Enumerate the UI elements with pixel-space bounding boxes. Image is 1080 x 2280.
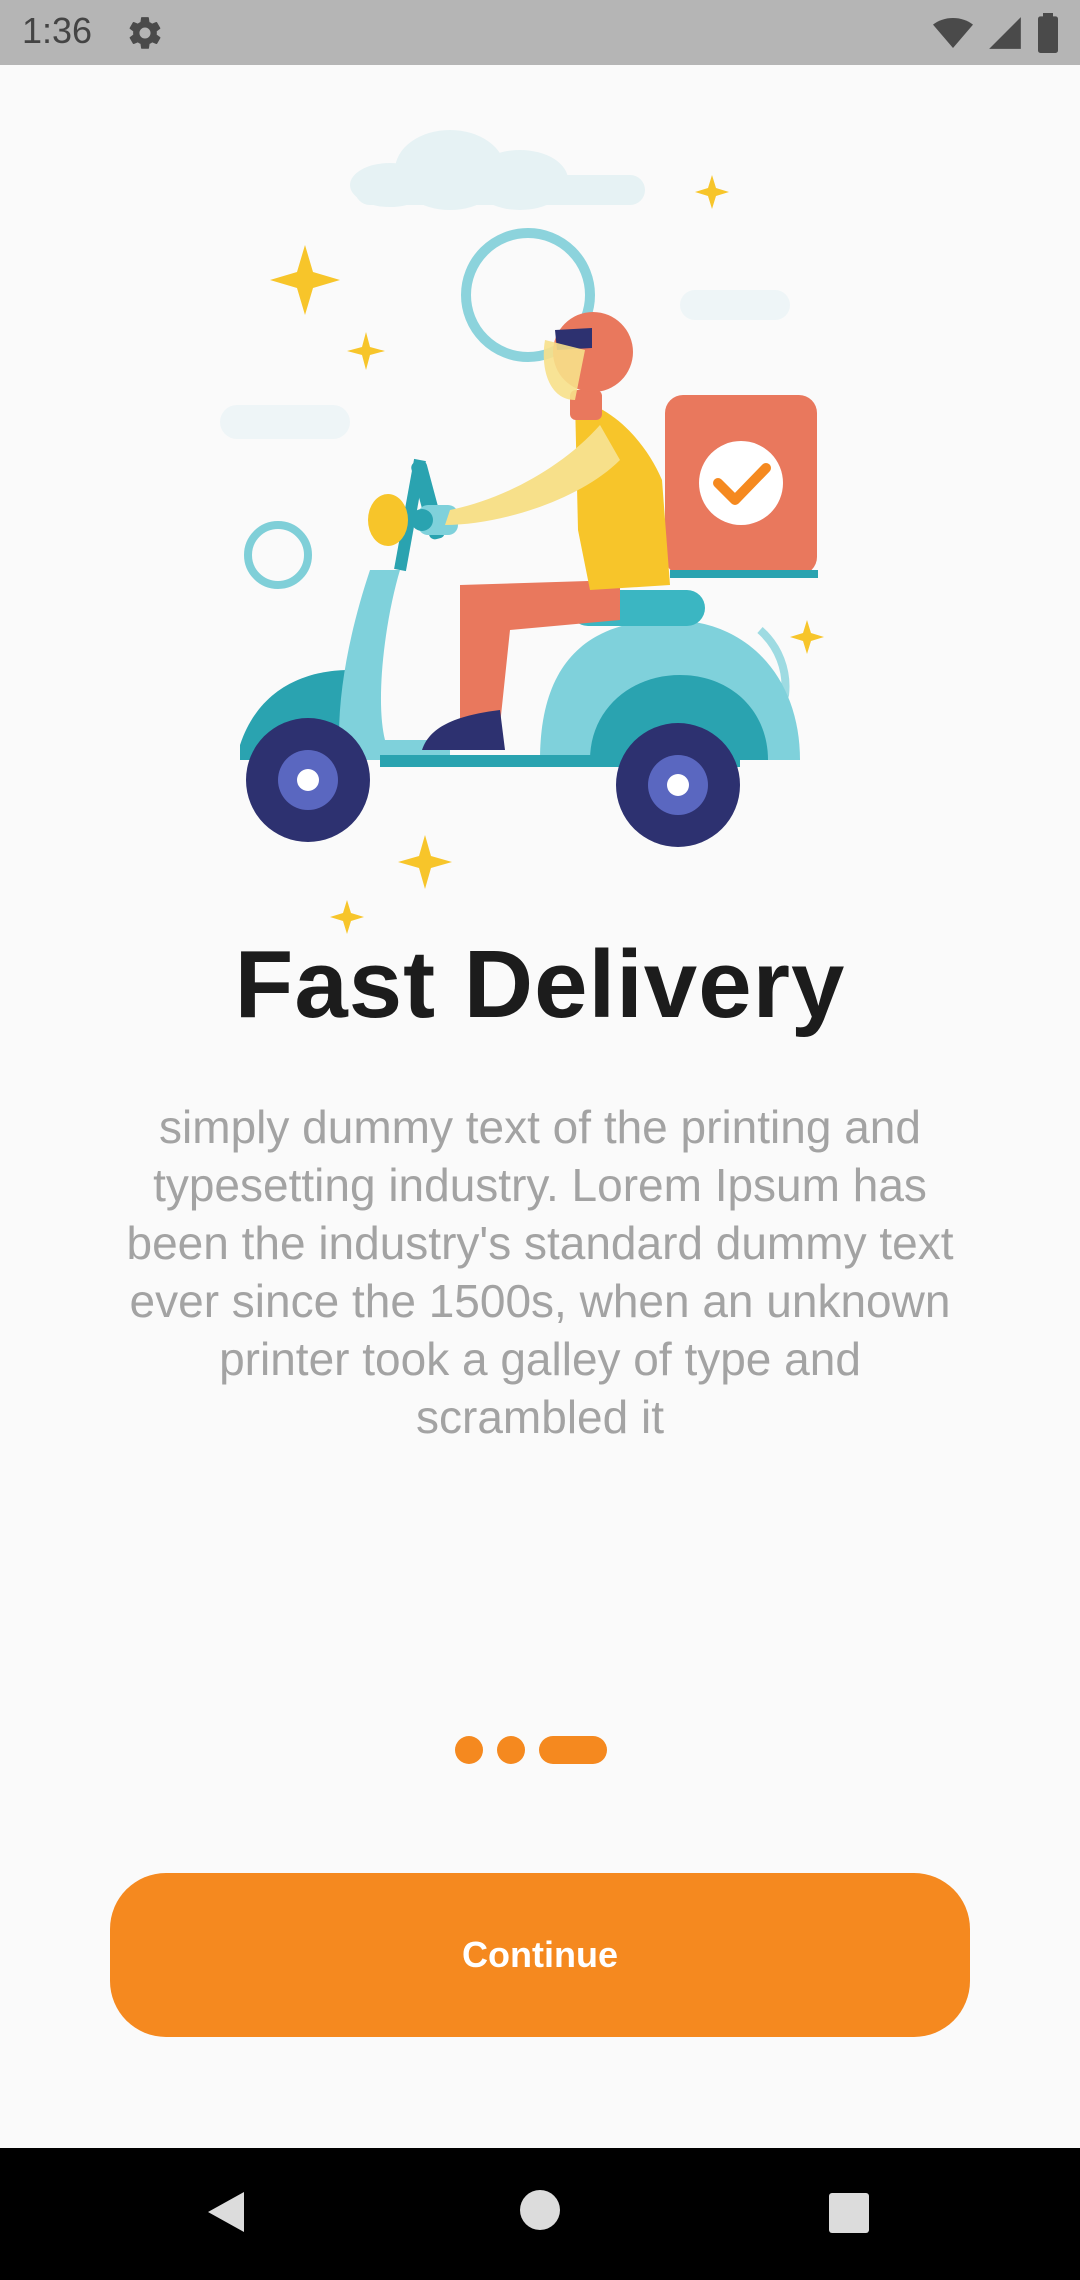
wifi-icon xyxy=(933,18,973,48)
home-icon[interactable] xyxy=(518,2188,562,2232)
page-dot-3-active[interactable] xyxy=(539,1736,607,1764)
page-dot-2[interactable] xyxy=(497,1736,525,1764)
signal-icon xyxy=(989,17,1021,49)
back-icon[interactable] xyxy=(204,2188,248,2236)
delivery-scooter-illustration xyxy=(220,130,824,934)
cloud-icon xyxy=(350,130,645,210)
recents-icon[interactable] xyxy=(828,2192,870,2234)
page-dot-1[interactable] xyxy=(455,1736,483,1764)
battery-icon xyxy=(1038,13,1058,53)
page-indicator xyxy=(455,1736,607,1764)
onboarding-title: Fast Delivery xyxy=(234,931,846,1038)
status-time: 1:36 xyxy=(22,10,93,51)
sparkle-icon xyxy=(270,245,340,315)
continue-button[interactable]: Continue xyxy=(110,1873,970,2037)
status-bar: 1:36 xyxy=(0,0,1080,65)
navigation-bar xyxy=(0,2148,1080,2280)
gear-icon xyxy=(129,17,161,49)
onboarding-description: simply dummy text of the printing and ty… xyxy=(126,1101,954,1443)
